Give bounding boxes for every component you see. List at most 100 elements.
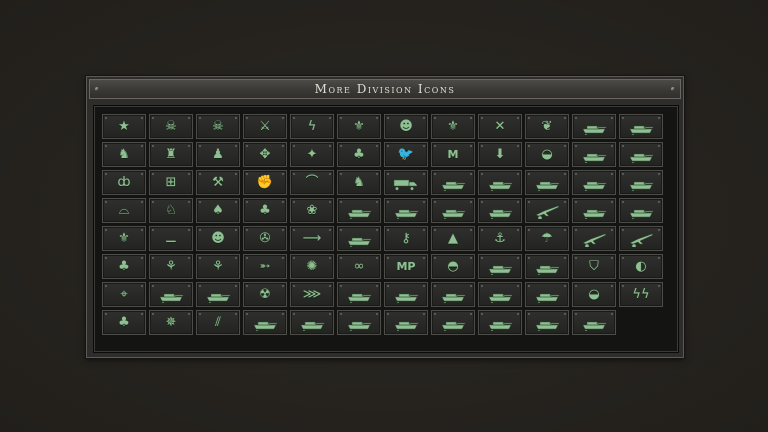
division-icon-tile[interactable]: ☠	[196, 114, 240, 139]
window-title-bar[interactable]: More Division Icons	[89, 79, 681, 99]
division-icon-tile[interactable]: ✥	[243, 142, 287, 167]
division-icon-tile[interactable]: ✦	[290, 142, 334, 167]
division-icon-tile[interactable]: ❦	[525, 114, 569, 139]
division-icon-tile[interactable]	[478, 254, 522, 279]
division-icon-tile[interactable]	[431, 310, 475, 335]
division-icon-tile[interactable]	[572, 198, 616, 223]
grid-target-icon: ⊞	[165, 175, 177, 190]
division-icon-tile[interactable]	[525, 198, 569, 223]
division-icon-tile[interactable]: ♜	[149, 142, 193, 167]
division-icon-tile[interactable]: ☂	[525, 226, 569, 251]
division-icon-tile[interactable]	[572, 114, 616, 139]
division-icon-tile[interactable]	[384, 170, 428, 195]
division-icon-tile[interactable]: ⫽	[196, 310, 240, 335]
division-icon-tile[interactable]	[478, 198, 522, 223]
division-icon-tile[interactable]: ♠	[196, 198, 240, 223]
division-icon-tile[interactable]: ♞	[102, 142, 146, 167]
division-icon-tile[interactable]	[525, 282, 569, 307]
division-icon-tile[interactable]: ☢	[243, 282, 287, 307]
spg-icon	[432, 283, 474, 306]
division-icon-tile[interactable]: ⋙	[290, 282, 334, 307]
division-icon-tile[interactable]: ⚘	[149, 254, 193, 279]
division-icon-tile[interactable]: ϟϟ	[619, 282, 663, 307]
division-icon-tile[interactable]: ☻	[196, 226, 240, 251]
division-icon-tile[interactable]: MP	[384, 254, 428, 279]
division-icon-tile[interactable]: ⌒	[290, 170, 334, 195]
division-icon-tile[interactable]: ⚜	[337, 114, 381, 139]
division-icon-tile[interactable]: ⌓	[102, 198, 146, 223]
division-icon-tile[interactable]	[572, 170, 616, 195]
division-icon-tile[interactable]: ✵	[149, 310, 193, 335]
division-icon-tile[interactable]: ⚒	[196, 170, 240, 195]
division-icon-tile[interactable]	[619, 226, 663, 251]
division-icon-tile[interactable]	[525, 254, 569, 279]
division-icon-tile[interactable]	[337, 198, 381, 223]
division-icon-tile[interactable]: ✊	[243, 170, 287, 195]
division-icon-tile[interactable]	[525, 310, 569, 335]
division-icon-tile[interactable]: ∞	[337, 254, 381, 279]
division-icon-tile[interactable]: ☠	[149, 114, 193, 139]
division-icon-tile[interactable]: ✕	[478, 114, 522, 139]
division-icon-tile[interactable]: ▲	[431, 226, 475, 251]
division-icon-tile[interactable]	[149, 282, 193, 307]
division-icon-tile[interactable]	[337, 226, 381, 251]
division-icon-tile[interactable]	[337, 282, 381, 307]
division-icon-tile[interactable]	[572, 226, 616, 251]
division-icon-tile[interactable]: ➵	[243, 254, 287, 279]
division-icon-tile[interactable]	[619, 170, 663, 195]
division-icon-tile[interactable]: 🐦	[384, 142, 428, 167]
cat-head-icon: ☻	[211, 231, 225, 246]
division-icon-tile[interactable]: ⟶	[290, 226, 334, 251]
division-icon-tile[interactable]	[384, 282, 428, 307]
division-icon-tile[interactable]: ⚘	[196, 254, 240, 279]
division-icon-tile[interactable]: ⚷	[384, 226, 428, 251]
division-icon-tile[interactable]	[290, 310, 334, 335]
division-icon-tile[interactable]	[619, 142, 663, 167]
division-icon-tile[interactable]	[572, 310, 616, 335]
division-icon-tile[interactable]: ♟	[196, 142, 240, 167]
division-icon-tile[interactable]: ◒	[525, 142, 569, 167]
division-icon-tile[interactable]: ◒	[572, 282, 616, 307]
paw-icon: ❀	[306, 203, 318, 218]
division-icon-tile[interactable]: ❀	[290, 198, 334, 223]
division-icon-tile[interactable]: ⚊	[149, 226, 193, 251]
division-icon-tile[interactable]	[525, 170, 569, 195]
division-icon-tile[interactable]	[196, 282, 240, 307]
division-icon-tile[interactable]: ♣	[102, 254, 146, 279]
division-icon-tile[interactable]	[337, 310, 381, 335]
division-icon-tile[interactable]: ϟ	[290, 114, 334, 139]
division-icon-tile[interactable]: ☻	[384, 114, 428, 139]
division-icon-tile[interactable]: ⚜	[102, 226, 146, 251]
division-icon-tile[interactable]: ♣	[102, 310, 146, 335]
division-icon-tile[interactable]: ⛉	[572, 254, 616, 279]
division-icon-tile[interactable]: ♣	[337, 142, 381, 167]
division-icon-tile[interactable]	[572, 142, 616, 167]
division-icon-tile[interactable]	[384, 198, 428, 223]
division-icon-tile[interactable]: ⚔	[243, 114, 287, 139]
division-icon-tile[interactable]: ◐	[619, 254, 663, 279]
division-icon-tile[interactable]	[243, 310, 287, 335]
division-icon-tile[interactable]	[619, 114, 663, 139]
division-icon-tile[interactable]: ✇	[243, 226, 287, 251]
division-icon-tile[interactable]: ⊞	[149, 170, 193, 195]
division-icon-tile[interactable]	[478, 310, 522, 335]
division-icon-tile[interactable]	[478, 282, 522, 307]
division-icon-tile[interactable]: ⬇	[478, 142, 522, 167]
division-icon-tile[interactable]: M	[431, 142, 475, 167]
division-icon-tile[interactable]: ♘	[149, 198, 193, 223]
division-icon-tile[interactable]: ȸ	[102, 170, 146, 195]
division-icon-tile[interactable]	[478, 170, 522, 195]
division-icon-tile[interactable]	[384, 310, 428, 335]
division-icon-tile[interactable]	[619, 198, 663, 223]
division-icon-tile[interactable]: ◓	[431, 254, 475, 279]
division-icon-tile[interactable]: ⚓	[478, 226, 522, 251]
division-icon-tile[interactable]: ✺	[290, 254, 334, 279]
division-icon-tile[interactable]	[431, 198, 475, 223]
division-icon-tile[interactable]: ⌖	[102, 282, 146, 307]
division-icon-tile[interactable]	[431, 282, 475, 307]
division-icon-tile[interactable]: ♞	[337, 170, 381, 195]
division-icon-tile[interactable]: ★	[102, 114, 146, 139]
division-icon-tile[interactable]: ♣	[243, 198, 287, 223]
division-icon-tile[interactable]: ⚜	[431, 114, 475, 139]
division-icon-tile[interactable]	[431, 170, 475, 195]
